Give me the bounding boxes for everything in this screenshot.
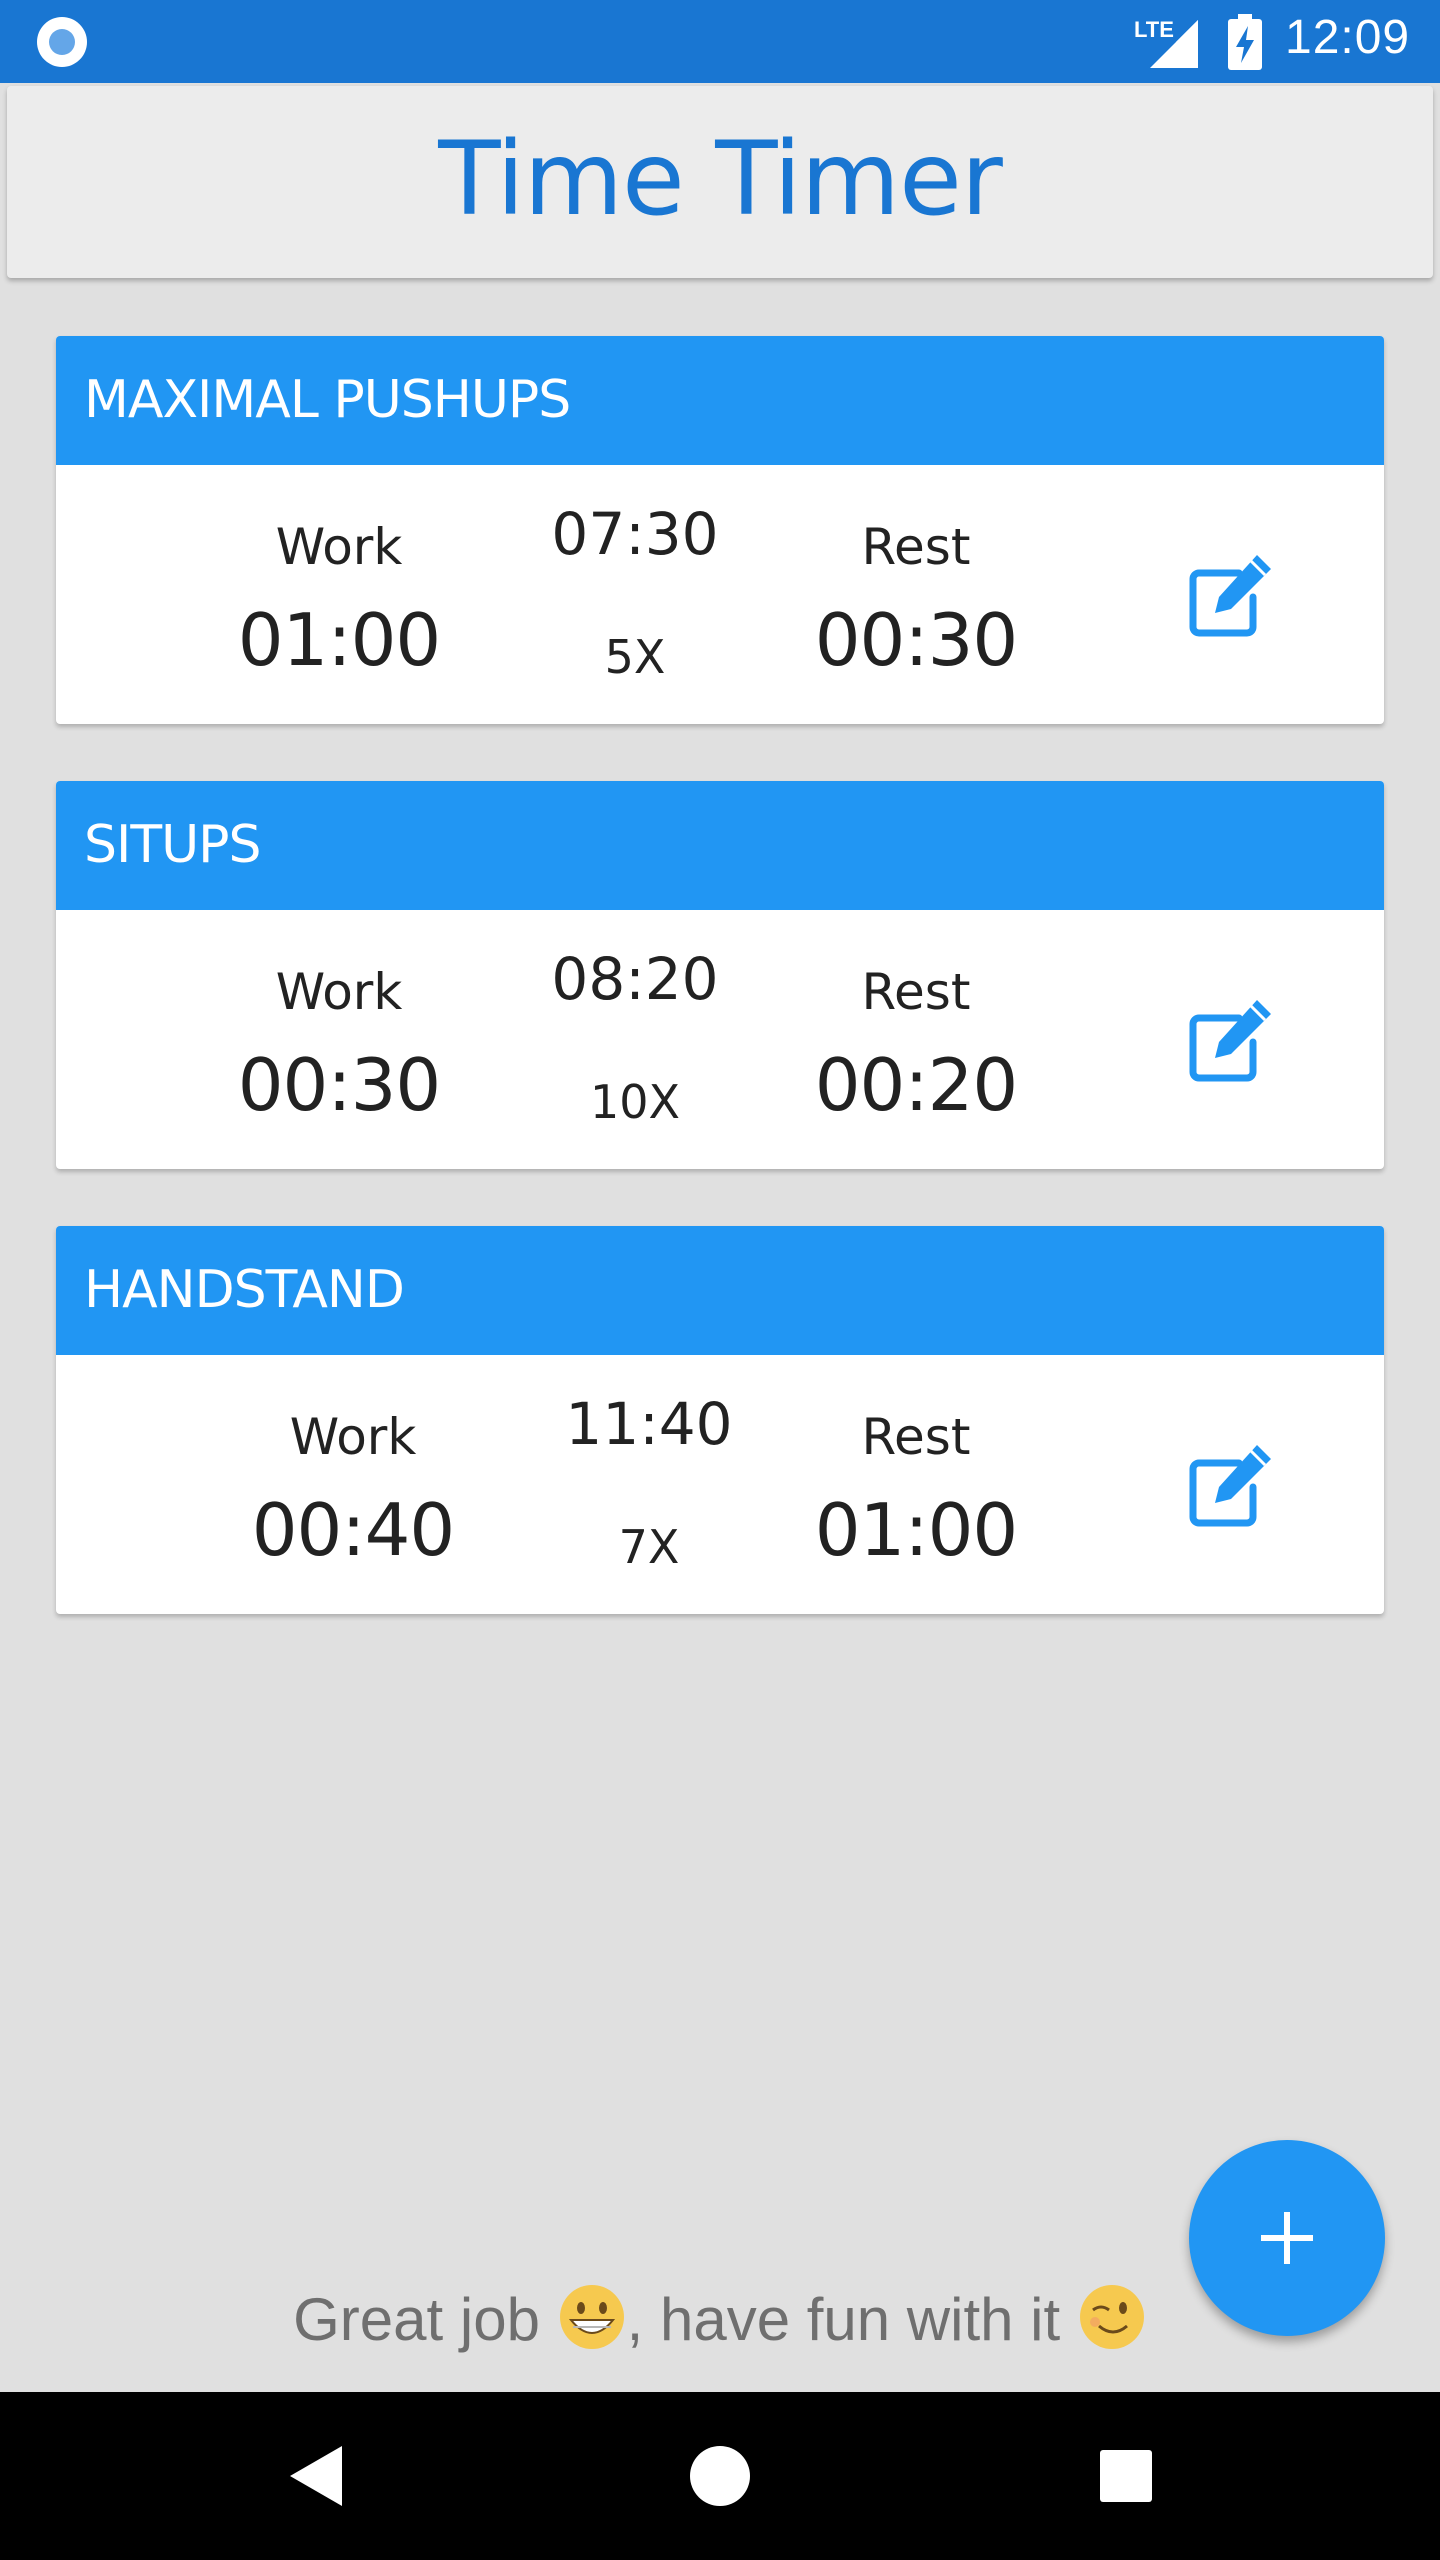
workout-card[interactable]: MAXIMAL PUSHUPS Work 01:00 07:30 5X Rest… <box>56 336 1384 724</box>
rest-duration: 00:20 <box>814 1043 1019 1127</box>
work-duration: 00:30 <box>237 1043 442 1127</box>
add-workout-button[interactable] <box>1189 2140 1385 2336</box>
footer-text-part1: Great job <box>293 2286 557 2353</box>
footer-text-part2: , have fun with it <box>626 2286 1077 2353</box>
signal-icon <box>1150 20 1198 68</box>
rest-label: Rest <box>861 963 971 1021</box>
rounds-count: 5X <box>604 630 666 684</box>
card-header: MAXIMAL PUSHUPS <box>56 336 1384 465</box>
workout-name: SITUPS <box>84 815 262 875</box>
system-nav-bar <box>0 2392 1440 2560</box>
clock: 12:09 <box>1285 11 1411 64</box>
total-duration: 11:40 <box>565 1390 733 1458</box>
screen: LTE 12:09 Time Timer MAXIMAL PUSHUPS Wor… <box>0 0 1440 2560</box>
total-duration: 07:30 <box>551 500 719 568</box>
work-duration: 01:00 <box>237 598 442 682</box>
battery-charging-icon <box>1228 14 1262 70</box>
rounds-count: 7X <box>618 1520 680 1574</box>
rest-label: Rest <box>861 1408 971 1466</box>
recents-icon[interactable] <box>1084 2434 1168 2518</box>
grinning-emoji-icon <box>559 2285 624 2349</box>
card-body: Work 01:00 07:30 5X Rest 00:30 <box>56 465 1384 724</box>
workout-card[interactable]: HANDSTAND Work 00:40 11:40 7X Rest 01:00 <box>56 1226 1384 1614</box>
rest-duration: 00:30 <box>814 598 1019 682</box>
app-notification-icon <box>37 17 87 67</box>
back-icon[interactable] <box>274 2434 358 2518</box>
edit-icon[interactable] <box>1181 990 1281 1090</box>
edit-icon[interactable] <box>1181 1435 1281 1535</box>
winking-emoji-icon <box>1079 2285 1144 2349</box>
status-bar: LTE 12:09 <box>0 0 1440 83</box>
work-label: Work <box>275 963 403 1021</box>
workout-card[interactable]: SITUPS Work 00:30 08:20 10X Rest 00:20 <box>56 781 1384 1169</box>
total-duration: 08:20 <box>551 945 719 1013</box>
work-duration: 00:40 <box>251 1488 456 1572</box>
rounds-count: 10X <box>589 1075 681 1129</box>
workout-name: HANDSTAND <box>84 1260 405 1320</box>
workout-name: MAXIMAL PUSHUPS <box>84 370 571 430</box>
rest-label: Rest <box>861 518 971 576</box>
card-header: HANDSTAND <box>56 1226 1384 1355</box>
card-body: Work 00:40 11:40 7X Rest 01:00 <box>56 1355 1384 1614</box>
rest-duration: 01:00 <box>814 1488 1019 1572</box>
card-body: Work 00:30 08:20 10X Rest 00:20 <box>56 910 1384 1169</box>
page-title: Time Timer <box>438 120 1003 239</box>
edit-icon[interactable] <box>1181 545 1281 645</box>
home-icon[interactable] <box>678 2434 762 2518</box>
work-label: Work <box>275 518 403 576</box>
plus-icon <box>1261 2212 1313 2264</box>
card-header: SITUPS <box>56 781 1384 910</box>
app-bar: Time Timer <box>7 86 1433 278</box>
work-label: Work <box>289 1408 417 1466</box>
